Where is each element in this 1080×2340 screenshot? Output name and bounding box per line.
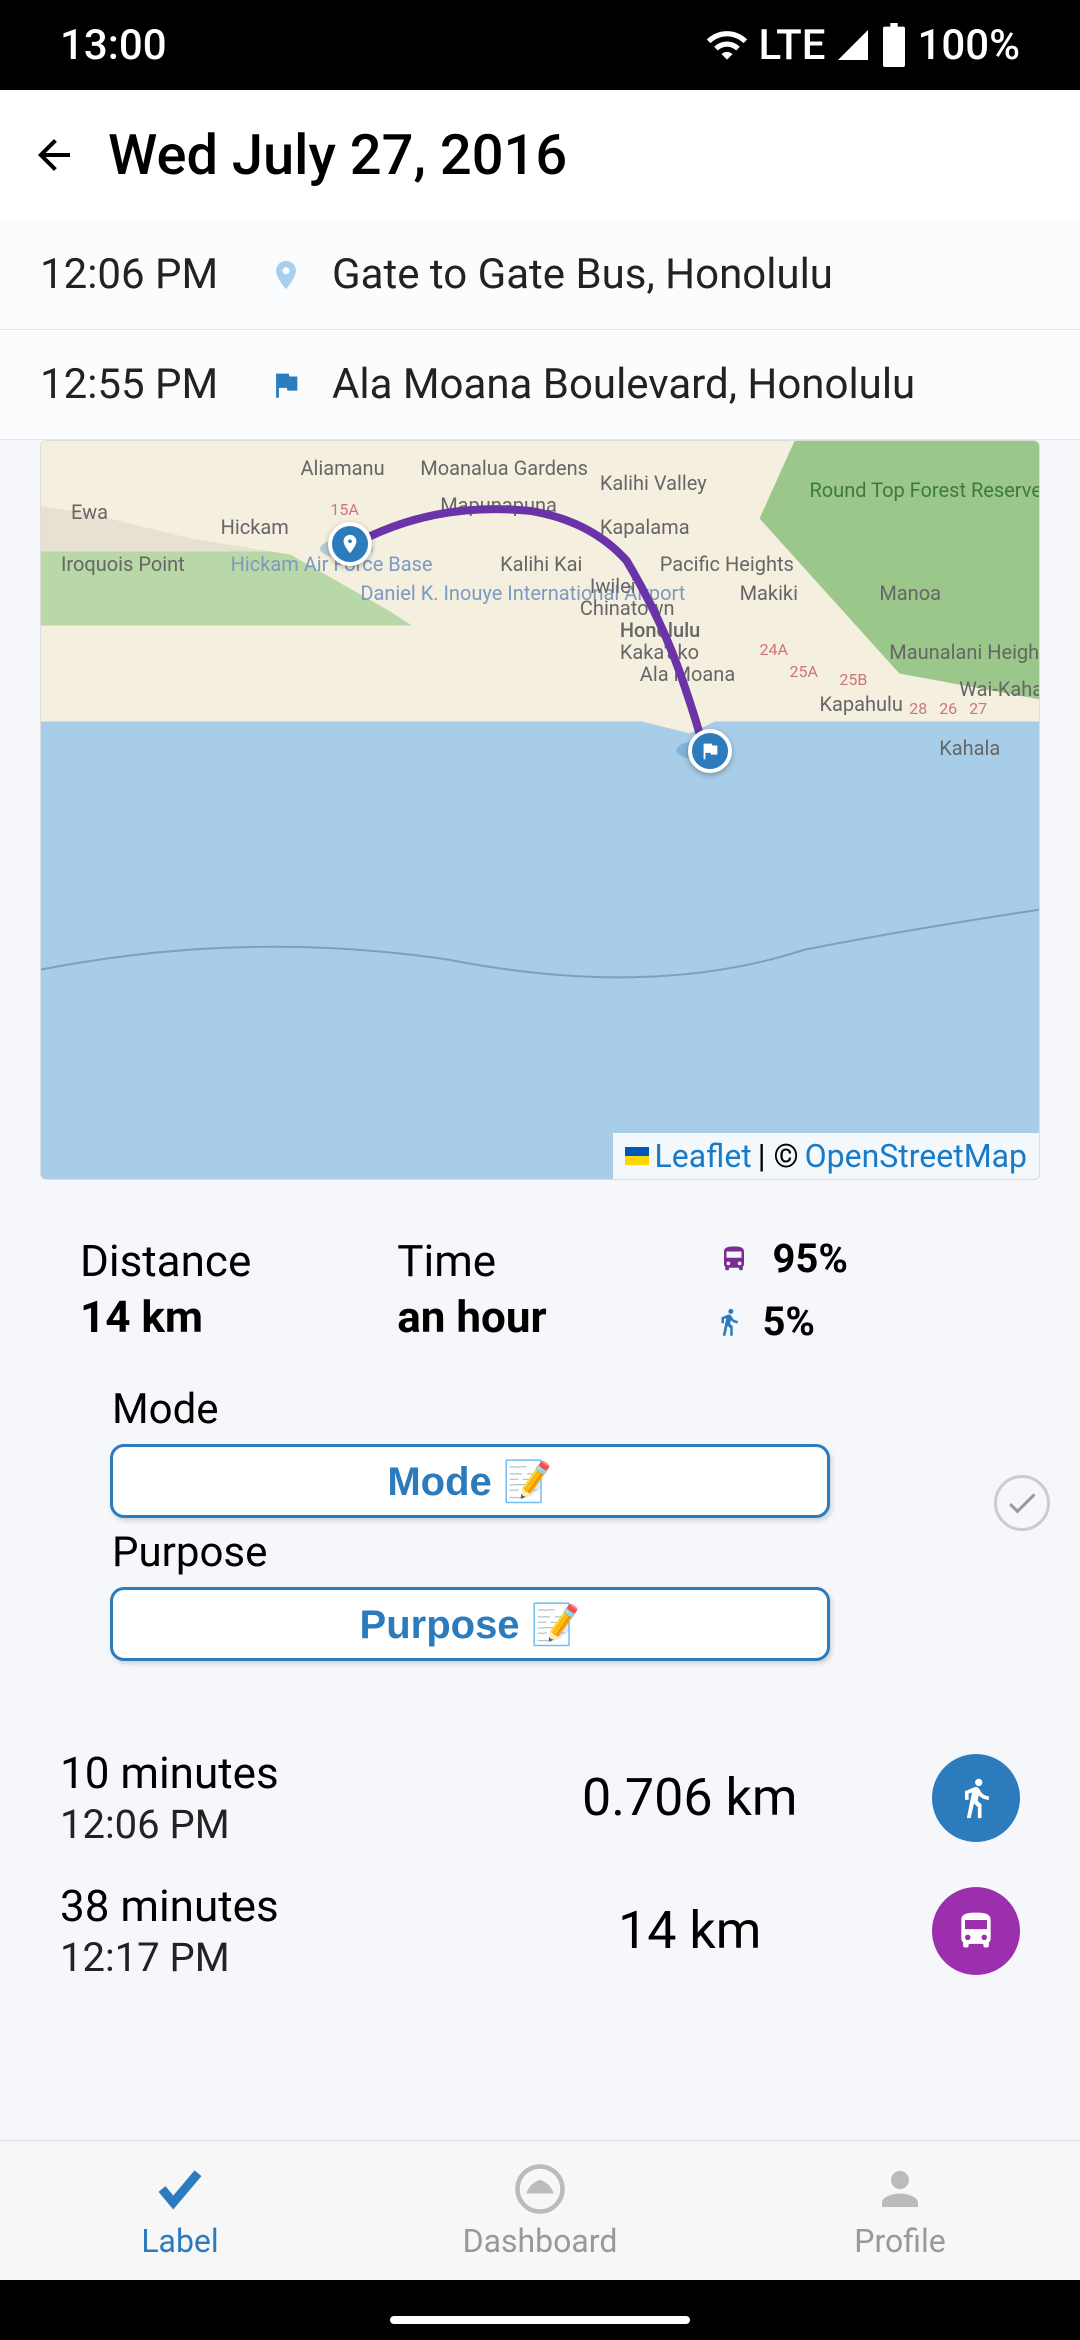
segment-distance: 14 km [467, 1900, 912, 1961]
bottom-nav: Label Dashboard Profile [0, 2140, 1080, 2280]
mode-button[interactable]: Mode 📝 [110, 1444, 830, 1518]
segment-distance: 0.706 km [467, 1767, 912, 1828]
segment-duration: 38 minutes [60, 1880, 467, 1932]
stats-row: Distance 14 km Time an hour 95% 5% [0, 1205, 1080, 1385]
time-label: Time [397, 1235, 714, 1287]
nav-label[interactable]: Label [0, 2141, 360, 2280]
nav-dashboard[interactable]: Dashboard [360, 2141, 720, 2280]
distance-stat: Distance 14 km [80, 1235, 397, 1345]
map-attribution: Leaflet | © OpenStreetMap [613, 1133, 1039, 1179]
trip-end-name: Ala Moana Boulevard, Honolulu [332, 360, 915, 409]
walk-mode-icon [932, 1754, 1020, 1842]
bus-icon [714, 1244, 754, 1274]
app-bar: Wed July 27, 2016 [0, 90, 1080, 220]
segment-time: 12:06 PM [60, 1801, 467, 1848]
walk-pct: 5% [762, 1298, 815, 1345]
segments-list: 10 minutes 12:06 PM 0.706 km 38 minutes … [0, 1701, 1080, 2017]
route-map[interactable]: Aliamanu Moanalua Gardens Kalihi Valley … [40, 440, 1040, 1180]
osm-link[interactable]: OpenStreetMap [805, 1137, 1027, 1175]
home-indicator [390, 2316, 690, 2324]
walk-icon [714, 1302, 744, 1342]
confirm-check-icon[interactable] [994, 1475, 1050, 1531]
status-time: 13:00 [60, 21, 167, 70]
bus-pct: 95% [772, 1235, 847, 1282]
status-bar: 13:00 LTE 100% [0, 0, 1080, 90]
battery-label: 100% [917, 21, 1020, 70]
gauge-icon [513, 2162, 567, 2216]
status-right: LTE 100% [705, 21, 1020, 70]
end-flag-icon [268, 367, 304, 403]
start-marker[interactable] [328, 522, 372, 566]
person-icon [873, 2162, 927, 2216]
bus-pct-row: 95% [714, 1235, 1000, 1282]
network-label: LTE [759, 21, 826, 70]
wifi-icon [705, 23, 749, 67]
purpose-heading: Purpose [112, 1528, 970, 1577]
start-pin-icon [268, 257, 304, 293]
leaflet-link[interactable]: Leaflet [655, 1137, 752, 1175]
time-stat: Time an hour [397, 1235, 714, 1345]
page-title: Wed July 27, 2016 [108, 122, 567, 188]
trip-end-row[interactable]: 12:55 PM Ala Moana Boulevard, Honolulu [0, 330, 1080, 440]
segment-row[interactable]: 38 minutes 12:17 PM 14 km [60, 1864, 1020, 1997]
mode-breakdown: 95% 5% [714, 1235, 1000, 1345]
battery-icon [881, 23, 907, 67]
walk-pct-row: 5% [714, 1298, 1000, 1345]
signal-icon [835, 27, 871, 63]
label-section: Mode Mode 📝 Purpose Purpose 📝 [0, 1385, 1080, 1701]
time-value: an hour [397, 1291, 714, 1343]
ukraine-flag-icon [625, 1147, 649, 1165]
trip-start-time: 12:06 PM [40, 250, 240, 299]
back-icon[interactable] [30, 131, 78, 179]
mode-heading: Mode [112, 1385, 970, 1434]
end-marker[interactable] [688, 729, 732, 773]
nav-profile[interactable]: Profile [720, 2141, 1080, 2280]
distance-value: 14 km [80, 1291, 397, 1343]
check-icon [153, 2162, 207, 2216]
purpose-button[interactable]: Purpose 📝 [110, 1587, 830, 1661]
bus-mode-icon [932, 1887, 1020, 1975]
distance-label: Distance [80, 1235, 397, 1287]
segment-duration: 10 minutes [60, 1747, 467, 1799]
segment-row[interactable]: 10 minutes 12:06 PM 0.706 km [60, 1731, 1020, 1864]
trip-end-time: 12:55 PM [40, 360, 240, 409]
trip-start-row[interactable]: 12:06 PM Gate to Gate Bus, Honolulu [0, 220, 1080, 330]
trip-start-name: Gate to Gate Bus, Honolulu [332, 250, 833, 299]
segment-time: 12:17 PM [60, 1934, 467, 1981]
map-labels: Aliamanu Moanalua Gardens Kalihi Valley … [41, 441, 1039, 1179]
